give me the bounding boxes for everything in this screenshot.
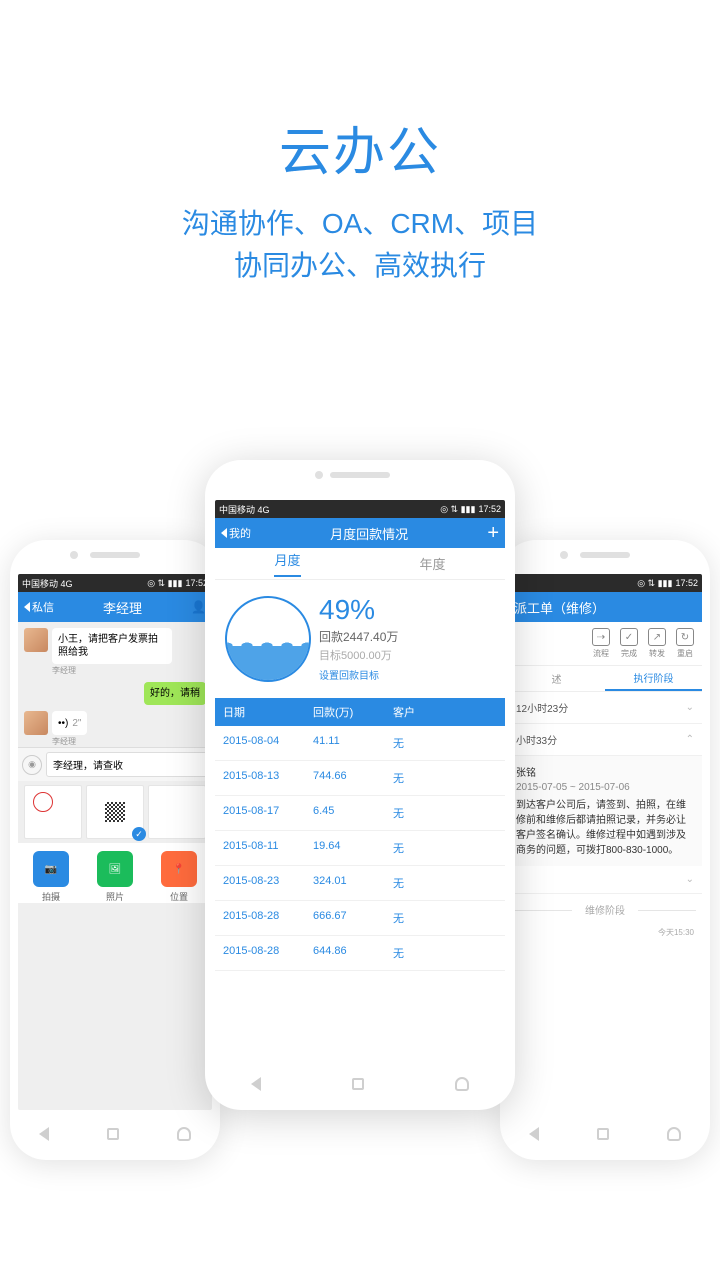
check-icon: ✓ [620,628,638,646]
hero-title: 云办公 [0,110,720,185]
message-row: 小王，请把客户发票拍照给我 [18,622,212,664]
attachment-thumb[interactable]: ✓ [86,785,144,839]
image-icon: 🖼 [109,864,122,875]
tab-year[interactable]: 年度 [360,548,505,579]
message-row: ••)2" [18,705,212,735]
phase-row[interactable]: ⌄ [508,866,702,894]
hero-section: 云办公 沟通协作、OA、CRM、项目 协同办公、高效执行 [0,0,720,287]
camera-icon: 📷 [45,864,57,875]
task-description: 到达客户公司后，请签到、拍照，在维修前和维修后都请拍照记录，并务必让客户签名确认… [516,798,694,858]
payment-summary: 49% 回款2447.40万 目标5000.00万 设置回款目标 [215,580,505,698]
set-target-link[interactable]: 设置回款目标 [319,667,379,682]
table-row[interactable]: 2015-08-28644.86无 [215,936,505,971]
table-row[interactable]: 2015-08-28666.67无 [215,901,505,936]
tab-phase[interactable]: 执行阶段 [605,666,702,691]
nav-back-icon[interactable] [251,1077,261,1091]
date-range: 2015-07-05 ~ 2015-07-06 [516,782,694,793]
sub-tabs: 述 执行阶段 [508,666,702,692]
nav-recent-icon[interactable] [107,1128,119,1140]
target-amount: 目标5000.00万 [319,647,495,663]
flow-button[interactable]: ⇢流程 [592,628,610,659]
timestamp: 今天15:30 [508,925,702,940]
progress-circle [225,596,311,682]
voice-message[interactable]: ••)2" [52,711,87,735]
workorder-header: 派工单（维修） [508,592,702,622]
flow-icon: ⇢ [592,628,610,646]
nav-home-icon[interactable] [177,1127,191,1141]
phone-right-mockup: ◎ ⇅ ▮▮▮ 17:52 派工单（维修） ⇢流程 ✓完成 ↗转发 ↻重启 述 … [500,540,710,1160]
nav-recent-icon[interactable] [352,1078,364,1090]
avatar[interactable] [24,628,48,652]
hero-subtitle: 沟通协作、OA、CRM、项目 协同办公、高效执行 [0,203,720,287]
table-row[interactable]: 2015-08-0441.11无 [215,726,505,761]
status-bar: ◎ ⇅ ▮▮▮ 17:52 [508,574,702,592]
attachment-thumb[interactable] [24,785,82,839]
phone-left-mockup: 中国移动 4G ◎ ⇅ ▮▮▮ 17:52 私信 李经理 👤 小王，请把客户发票… [10,540,220,1160]
back-button[interactable]: 我的 [221,525,251,541]
forward-button[interactable]: ↗转发 [648,628,666,659]
chat-input-bar: ◉ 李经理，请查收 [18,747,212,781]
tab-description[interactable]: 述 [508,666,605,691]
chevron-left-icon [24,602,30,612]
phase-row[interactable]: 12小时23分⌄ [508,692,702,724]
action-bar: 📷拍摄 🖼照片 📍位置 [18,843,212,903]
table-header: 日期 回款(万) 客户 [215,698,505,726]
table-row[interactable]: 2015-08-23324.01无 [215,866,505,901]
progress-percent: 49% [319,594,495,626]
chat-title: 李经理 [54,598,191,617]
nav-back-icon[interactable] [39,1127,49,1141]
attachment-grid: ✓ [18,781,212,843]
tab-month[interactable]: 月度 [215,548,360,579]
chevron-down-icon: ⌄ [686,874,694,885]
phase-divider: 维修阶段 [508,894,702,925]
message-bubble[interactable]: 好的，请稍 [144,682,206,705]
phase-row[interactable]: 小时33分⌃ [508,724,702,756]
table-row[interactable]: 2015-08-176.45无 [215,796,505,831]
sound-icon: ••) [58,717,68,730]
table-row[interactable]: 2015-08-13744.66无 [215,761,505,796]
restart-icon: ↻ [676,628,694,646]
period-tabs: 月度 年度 [215,548,505,580]
assignee-name: 张铭 [516,764,694,779]
chat-header: 私信 李经理 👤 [18,592,212,622]
sender-label: 李经理 [52,736,212,747]
camera-action[interactable]: 📷拍摄 [22,851,80,903]
restart-button[interactable]: ↻重启 [676,628,694,659]
toolbar: ⇢流程 ✓完成 ↗转发 ↻重启 [508,622,702,666]
chat-input[interactable]: 李经理，请查收 [46,752,208,777]
back-button[interactable]: 私信 [24,599,54,615]
collected-amount: 回款2447.40万 [319,628,495,645]
check-icon: ✓ [132,827,146,841]
message-bubble[interactable]: 小王，请把客户发票拍照给我 [52,628,172,664]
nav-home-icon[interactable] [667,1127,681,1141]
status-bar: 中国移动 4G ◎ ⇅ ▮▮▮ 17:52 [215,500,505,518]
done-button[interactable]: ✓完成 [620,628,638,659]
status-bar: 中国移动 4G ◎ ⇅ ▮▮▮ 17:52 [18,574,212,592]
phone-center-mockup: 中国移动 4G ◎ ⇅ ▮▮▮ 17:52 我的 月度回款情况 + 月度 年度 … [205,460,515,1110]
share-icon: ↗ [648,628,666,646]
chevron-down-icon: ⌄ [686,702,694,713]
photo-action[interactable]: 🖼照片 [86,851,144,903]
nav-recent-icon[interactable] [597,1128,609,1140]
payment-header: 我的 月度回款情况 + [215,518,505,548]
attachment-thumb[interactable] [148,785,206,839]
location-action[interactable]: 📍位置 [150,851,208,903]
table-row[interactable]: 2015-08-1119.64无 [215,831,505,866]
workorder-title: 派工单（维修） [514,598,696,617]
mic-button[interactable]: ◉ [22,755,42,775]
phase-detail: 张铭 2015-07-05 ~ 2015-07-06 到达客户公司后，请签到、拍… [508,756,702,866]
sender-label: 李经理 [52,665,212,676]
avatar[interactable] [24,711,48,735]
pin-icon: 📍 [173,864,185,875]
chevron-left-icon [221,528,227,538]
nav-home-icon[interactable] [455,1077,469,1091]
chevron-up-icon: ⌃ [686,734,694,745]
add-button[interactable]: + [487,522,499,545]
message-row: 好的，请稍 [18,676,212,705]
person-icon[interactable]: 👤 [191,600,206,614]
payment-title: 月度回款情况 [251,524,487,543]
nav-back-icon[interactable] [529,1127,539,1141]
